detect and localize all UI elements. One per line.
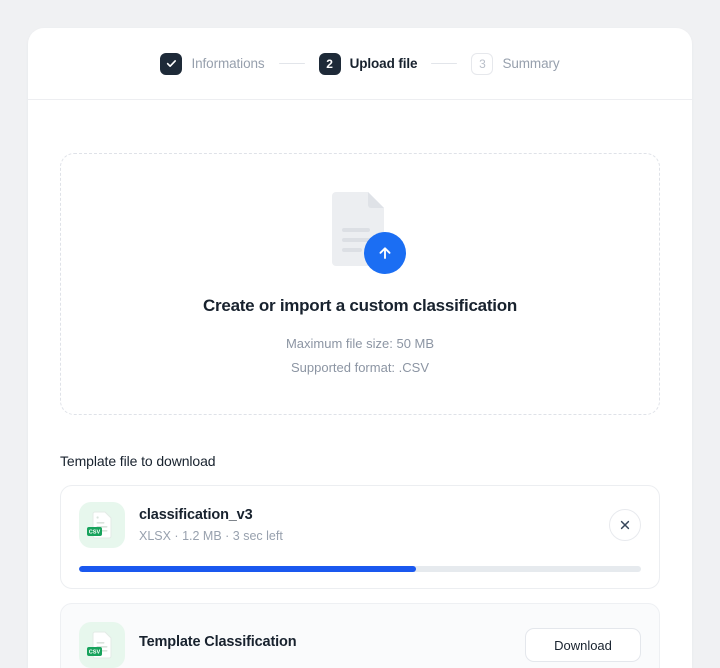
dropzone-max-size: Maximum file size: 50 MB: [285, 336, 435, 351]
step-indicator-check-icon: [160, 52, 183, 75]
file-meta: XLSX · 1.2 MB · 3 sec left: [139, 529, 283, 543]
close-icon: [620, 520, 630, 530]
step-label-informations: Informations: [191, 56, 265, 71]
file-name: classification_v3: [139, 507, 253, 523]
wizard-stepper: Informations 2 Upload file 3 Summary: [28, 28, 692, 100]
dropzone-title: Create or import a custom classification: [202, 296, 518, 315]
wizard-content: Create or import a custom classification…: [28, 153, 692, 668]
download-template-button[interactable]: Download: [525, 628, 641, 662]
upload-arrow-icon: [364, 232, 406, 274]
file-card-row: CSV classification_v3 XLSX · 1.2 MB · 3 …: [79, 502, 641, 548]
file-dropzone[interactable]: Create or import a custom classification…: [60, 153, 660, 415]
csv-file-icon: CSV: [79, 502, 125, 548]
file-details: Template Classification: [139, 634, 511, 656]
step-informations[interactable]: Informations: [160, 52, 265, 75]
file-card-row: CSV Template Classification Download: [79, 622, 641, 668]
step-connector-2: [431, 62, 458, 65]
remove-file-button[interactable]: [609, 509, 641, 541]
csv-file-icon: CSV: [79, 622, 125, 668]
upload-progress-bar: [79, 566, 641, 572]
file-card-uploading: CSV classification_v3 XLSX · 1.2 MB · 3 …: [60, 485, 660, 589]
dropzone-supported-formats: Supported format: .CSV: [290, 360, 429, 375]
file-name: Template Classification: [139, 634, 297, 650]
svg-text:CSV: CSV: [89, 650, 101, 656]
step-indicator-3: 3: [471, 52, 494, 75]
step-connector-1: [278, 62, 305, 65]
upload-progress-fill: [79, 566, 417, 572]
step-upload-file[interactable]: 2 Upload file: [318, 52, 418, 75]
file-card-template: CSV Template Classification Download: [60, 603, 660, 668]
svg-text:CSV: CSV: [89, 530, 101, 536]
upload-wizard-panel: Informations 2 Upload file 3 Summary Cre…: [28, 28, 692, 668]
file-details: classification_v3 XLSX · 1.2 MB · 3 sec …: [139, 507, 595, 543]
step-label-upload-file: Upload file: [349, 56, 418, 71]
template-section-heading: Template file to download: [60, 453, 216, 469]
step-label-summary: Summary: [502, 56, 560, 71]
step-summary[interactable]: 3 Summary: [471, 52, 560, 75]
step-indicator-2: 2: [318, 52, 341, 75]
document-upload-icon: [322, 188, 406, 274]
